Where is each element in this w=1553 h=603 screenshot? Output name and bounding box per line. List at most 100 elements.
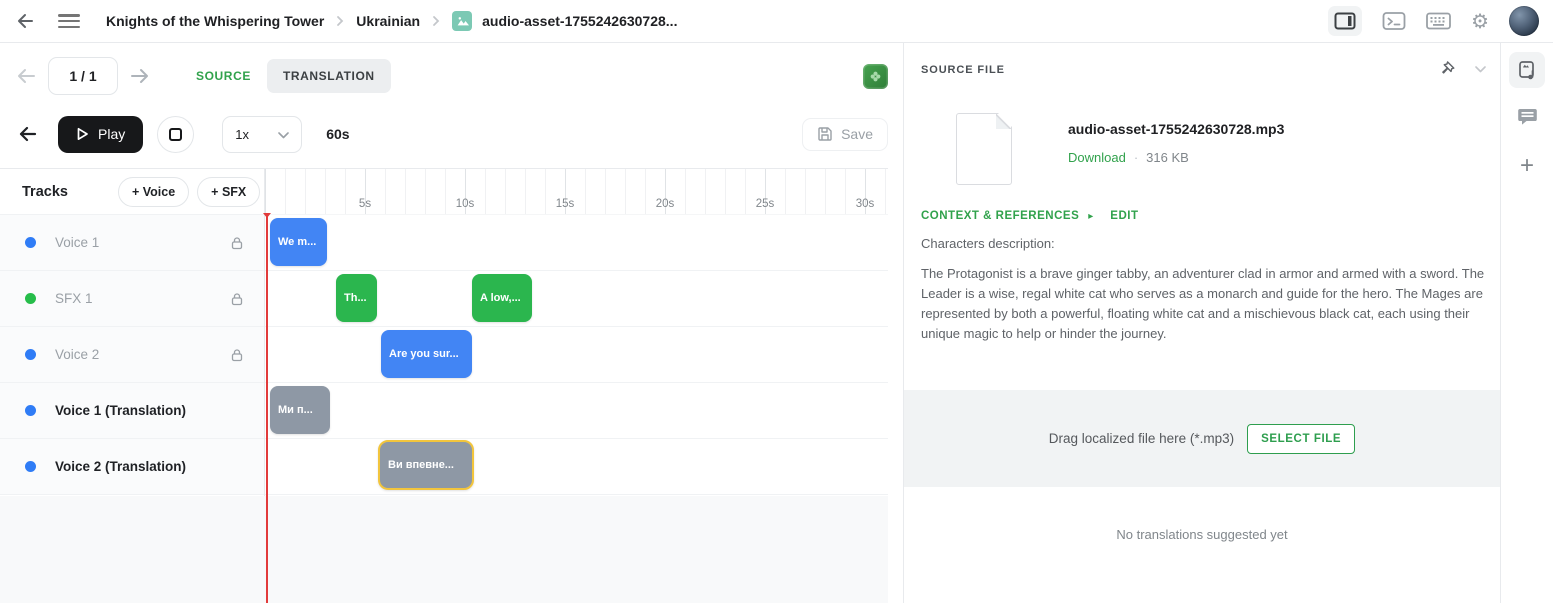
ruler-tick-label: 10s xyxy=(445,198,485,210)
breadcrumb-project[interactable]: Knights of the Whispering Tower xyxy=(106,13,324,29)
stop-button[interactable] xyxy=(157,116,194,153)
context-references-link[interactable]: CONTEXT & REFERENCES xyxy=(921,210,1079,222)
grid-row[interactable] xyxy=(265,383,888,439)
characters-description-text: The Protagonist is a brave ginger tabby,… xyxy=(921,264,1487,344)
grid-row[interactable] xyxy=(265,439,888,495)
keyboard-icon[interactable] xyxy=(1426,12,1451,30)
edit-link[interactable]: EDIT xyxy=(1110,210,1138,222)
audio-clip[interactable]: A low,... xyxy=(472,274,532,322)
duration-label: 60s xyxy=(326,126,349,142)
track-color-dot xyxy=(25,349,36,360)
editor-toolbar: 1 / 1 SOURCE TRANSLATION xyxy=(0,52,888,100)
playhead[interactable] xyxy=(266,213,268,603)
comments-icon[interactable] xyxy=(1509,99,1545,135)
right-icon-rail: + xyxy=(1500,43,1553,603)
track-name: Voice 2 xyxy=(55,347,99,362)
playback-speed-value: 1x xyxy=(235,127,249,142)
play-button-label: Play xyxy=(98,126,125,142)
layout-toggle-icon[interactable] xyxy=(1328,6,1362,36)
audio-editor-panel: 1 / 1 SOURCE TRANSLATION Play 1x xyxy=(0,43,903,603)
timeline-ruler[interactable]: 5s 10s 15s 20s 25s 30s xyxy=(265,169,888,215)
terminal-icon[interactable] xyxy=(1382,11,1406,31)
image-asset-icon xyxy=(452,11,472,31)
settings-gear-icon[interactable]: ⚙ xyxy=(1471,11,1489,31)
file-document-icon xyxy=(956,113,1012,185)
localized-file-dropzone[interactable]: Drag localized file here (*.mp3) SELECT … xyxy=(904,390,1500,487)
audio-clip[interactable]: We m... xyxy=(270,218,327,266)
top-bar: Knights of the Whispering Tower Ukrainia… xyxy=(0,0,1553,43)
lock-icon[interactable] xyxy=(230,236,244,250)
timeline-empty-area xyxy=(0,496,888,603)
chevron-down-icon xyxy=(278,127,289,142)
track-color-dot xyxy=(25,293,36,304)
breadcrumb-language[interactable]: Ukrainian xyxy=(356,13,420,29)
source-file-panel: SOURCE FILE audio-asset-1755242630728.mp… xyxy=(903,43,1500,603)
ruler-tick-label: 25s xyxy=(745,198,785,210)
track-name: Voice 1 (Translation) xyxy=(55,403,186,418)
app-window: Knights of the Whispering Tower Ukrainia… xyxy=(0,0,1553,603)
tab-source[interactable]: SOURCE xyxy=(186,61,261,91)
audio-clip-selected[interactable]: Ви впевне... xyxy=(378,440,474,490)
separator-dot: · xyxy=(1134,150,1138,165)
menu-icon[interactable] xyxy=(58,14,80,28)
breadcrumb: Knights of the Whispering Tower Ukrainia… xyxy=(106,11,677,31)
track-row-voice-1-translation[interactable]: Voice 1 (Translation) xyxy=(0,383,264,439)
plugin-badge-icon[interactable] xyxy=(863,64,888,89)
rewind-arrow-icon[interactable] xyxy=(18,125,38,143)
audio-clip[interactable]: Are you sur... xyxy=(381,330,472,378)
no-translations-message: No translations suggested yet xyxy=(904,527,1500,542)
add-voice-button[interactable]: + Voice xyxy=(118,177,189,207)
ruler-tick-label: 20s xyxy=(645,198,685,210)
save-icon xyxy=(817,126,833,142)
track-color-dot xyxy=(25,461,36,472)
select-file-button[interactable]: SELECT FILE xyxy=(1247,424,1355,454)
track-name: Voice 2 (Translation) xyxy=(55,459,186,474)
playhead-marker-icon xyxy=(263,213,271,218)
audio-clip[interactable]: Th... xyxy=(336,274,377,322)
save-button-label: Save xyxy=(841,126,873,142)
dropzone-hint: Drag localized file here (*.mp3) xyxy=(1049,431,1234,446)
chevron-right-icon: ▸ xyxy=(1088,211,1093,222)
audio-clip[interactable]: Ми п... xyxy=(270,386,330,434)
play-button[interactable]: Play xyxy=(58,116,143,153)
lock-icon[interactable] xyxy=(230,348,244,362)
audio-file-tab-icon[interactable] xyxy=(1509,52,1545,88)
inspector-header: SOURCE FILE xyxy=(921,61,1486,78)
track-name: SFX 1 xyxy=(55,291,93,306)
chevron-down-icon[interactable] xyxy=(1475,66,1486,73)
download-link[interactable]: Download xyxy=(1068,150,1126,165)
stop-icon xyxy=(169,128,182,141)
track-row-voice-2[interactable]: Voice 2 xyxy=(0,327,264,383)
track-row-voice-1[interactable]: Voice 1 xyxy=(0,215,264,271)
save-button[interactable]: Save xyxy=(802,118,888,151)
tab-translation[interactable]: TRANSLATION xyxy=(267,59,391,93)
add-panel-icon[interactable]: + xyxy=(1509,148,1545,184)
track-row-voice-2-translation[interactable]: Voice 2 (Translation) xyxy=(0,439,264,495)
topbar-actions: ⚙ xyxy=(1328,6,1539,36)
file-name: audio-asset-1755242630728.mp3 xyxy=(1068,121,1284,137)
track-list-header: Tracks + Voice + SFX xyxy=(0,169,264,215)
playback-speed-select[interactable]: 1x xyxy=(222,116,302,153)
grid-row[interactable] xyxy=(265,327,888,383)
user-avatar[interactable] xyxy=(1509,6,1539,36)
previous-page-arrow-icon[interactable] xyxy=(16,67,36,85)
back-arrow-icon[interactable] xyxy=(14,11,34,31)
ruler-tick-label: 15s xyxy=(545,198,585,210)
tracks-title: Tracks xyxy=(22,184,68,200)
add-sfx-button[interactable]: + SFX xyxy=(197,177,260,207)
track-color-dot xyxy=(25,237,36,248)
track-row-sfx-1[interactable]: SFX 1 xyxy=(0,271,264,327)
lock-icon[interactable] xyxy=(230,292,244,306)
breadcrumb-asset[interactable]: audio-asset-1755242630728... xyxy=(482,13,677,29)
play-icon xyxy=(76,127,89,141)
transport-controls: Play 1x 60s Save xyxy=(0,110,888,158)
timeline: Tracks + Voice + SFX Voice 1 SFX 1 xyxy=(0,168,888,603)
grid-row[interactable] xyxy=(265,215,888,271)
context-references-header: CONTEXT & REFERENCES ▸ EDIT xyxy=(921,210,1138,222)
characters-description-label: Characters description: xyxy=(921,236,1055,251)
source-file-row: audio-asset-1755242630728.mp3 Download ·… xyxy=(956,113,1284,185)
next-page-arrow-icon[interactable] xyxy=(130,67,150,85)
ruler-tick-label: 5s xyxy=(345,198,385,210)
pin-icon[interactable] xyxy=(1440,61,1457,78)
source-file-title: SOURCE FILE xyxy=(921,64,1005,76)
